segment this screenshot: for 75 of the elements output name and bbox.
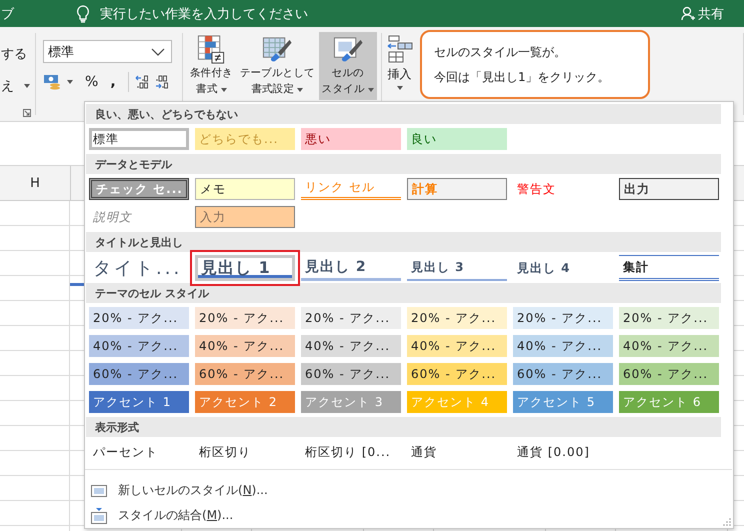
section-header: 良い、悪い、どちらでもない xyxy=(86,104,721,124)
share-button[interactable]: 共有 xyxy=(698,4,724,22)
caret-icon xyxy=(67,80,73,84)
section-header: データとモデル xyxy=(86,154,721,174)
ribbon-button[interactable]: 条件付き 書式 xyxy=(187,32,236,100)
cell-style-option[interactable]: 40% - アク... xyxy=(513,335,613,357)
cell-style-option[interactable]: 警告文 xyxy=(513,178,613,200)
cell-style-option[interactable]: メモ xyxy=(195,178,295,200)
ribbon-label[interactable]: する xyxy=(1,45,35,63)
decrease-decimal-icon[interactable] xyxy=(154,74,169,90)
ribbon-label[interactable]: え xyxy=(1,77,14,95)
ribbon-button[interactable]: テーブルとして 書式設定 xyxy=(236,32,318,100)
cell-style-option[interactable]: 20% - アク... xyxy=(301,307,401,329)
cell-style-option[interactable]: 悪い xyxy=(301,128,401,150)
caret-icon xyxy=(297,88,304,92)
callout-text: 今回は「見出し1」をクリック。 xyxy=(434,68,611,86)
cell-style-option[interactable]: 20% - アク... xyxy=(407,307,507,329)
insert-button[interactable]: 挿入 xyxy=(382,27,418,97)
lightbulb-icon xyxy=(76,4,90,22)
currency-icon[interactable] xyxy=(43,74,61,90)
cell-style-option[interactable]: 40% - アク... xyxy=(619,335,719,357)
caret-icon xyxy=(24,84,30,88)
cell-style-option[interactable]: 通貨 [0.00] xyxy=(513,441,613,463)
ribbon-button[interactable]: セルの スタイル xyxy=(318,32,377,100)
app-title-fragment: ブ xyxy=(1,6,14,22)
cell-style-option[interactable]: タイト... xyxy=(89,255,189,281)
cell-style-option[interactable]: 桁区切り xyxy=(195,441,295,463)
number-format-dropdown[interactable]: 標準 xyxy=(43,40,172,63)
cell-style-option[interactable]: 20% - アク... xyxy=(513,307,613,329)
cell-style-option[interactable]: 通貨 xyxy=(407,441,507,463)
merge-styles-icon xyxy=(91,508,107,524)
cell-style-option[interactable]: 60% - アク... xyxy=(301,363,401,385)
dialog-launcher-icon[interactable] xyxy=(23,109,31,117)
new-style-icon xyxy=(91,484,107,496)
resize-grip-icon[interactable] xyxy=(723,518,731,526)
cell-style-option[interactable]: 40% - アク... xyxy=(195,335,295,357)
cell-style-option[interactable]: 説明文 xyxy=(89,206,189,228)
cell-style-option[interactable]: 40% - アク... xyxy=(301,335,401,357)
column-header[interactable]: H xyxy=(0,166,71,200)
cell-style-option[interactable]: 桁区切り [0... xyxy=(301,441,401,463)
cell-style-option[interactable]: 良い xyxy=(407,128,507,150)
cell-style-option[interactable]: 見出し 3 xyxy=(407,255,507,281)
cell-style-option[interactable]: 20% - アク... xyxy=(619,307,719,329)
cell-style-option[interactable]: 60% - アク... xyxy=(407,363,507,385)
cell-style-option[interactable]: 60% - アク... xyxy=(89,363,189,385)
cell-style-option[interactable]: 出力 xyxy=(619,178,719,200)
caret-icon xyxy=(368,88,374,92)
cell-style-option[interactable]: アクセント 1 xyxy=(89,391,189,413)
section-header: 表示形式 xyxy=(86,417,721,437)
cell-style-option[interactable]: 40% - アク... xyxy=(407,335,507,357)
cell-style-option[interactable]: 60% - アク... xyxy=(195,363,295,385)
menu-item[interactable]: 新しいセルのスタイル(N)... xyxy=(118,482,268,499)
cell-style-option[interactable]: 入力 xyxy=(195,206,295,228)
cell-style-option[interactable]: 20% - アク... xyxy=(195,307,295,329)
cell-style-option[interactable]: 見出し 4 xyxy=(513,255,613,281)
cell-style-option[interactable]: 60% - アク... xyxy=(513,363,613,385)
caret-icon xyxy=(220,88,227,92)
cell-style-option[interactable]: 標準 xyxy=(89,128,189,150)
callout-text: セルのスタイル一覧が。 xyxy=(434,44,567,60)
insert-cells-icon xyxy=(386,35,413,63)
percent-style-button[interactable]: % xyxy=(85,74,98,90)
increase-decimal-icon[interactable] xyxy=(134,74,149,90)
cell-style-option[interactable]: 60% - アク... xyxy=(619,363,719,385)
cell-style-option[interactable]: 40% - アク... xyxy=(89,335,189,357)
section-header: テーマのセル スタイル xyxy=(86,283,721,303)
caret-icon xyxy=(396,86,403,90)
section-header: タイトルと見出し xyxy=(86,232,721,252)
tell-me-search[interactable]: 実行したい作業を入力してください xyxy=(100,4,308,22)
cell-style-option[interactable]: 20% - アク... xyxy=(89,307,189,329)
menu-item[interactable]: スタイルの結合(M)... xyxy=(118,507,234,524)
chevron-down-icon xyxy=(151,48,165,56)
cell-style-option[interactable]: 見出し 1 xyxy=(190,250,300,286)
cell-style-option[interactable]: パーセント xyxy=(89,441,189,463)
person-add-icon xyxy=(681,6,696,21)
comma-style-button[interactable]: , xyxy=(110,74,116,90)
